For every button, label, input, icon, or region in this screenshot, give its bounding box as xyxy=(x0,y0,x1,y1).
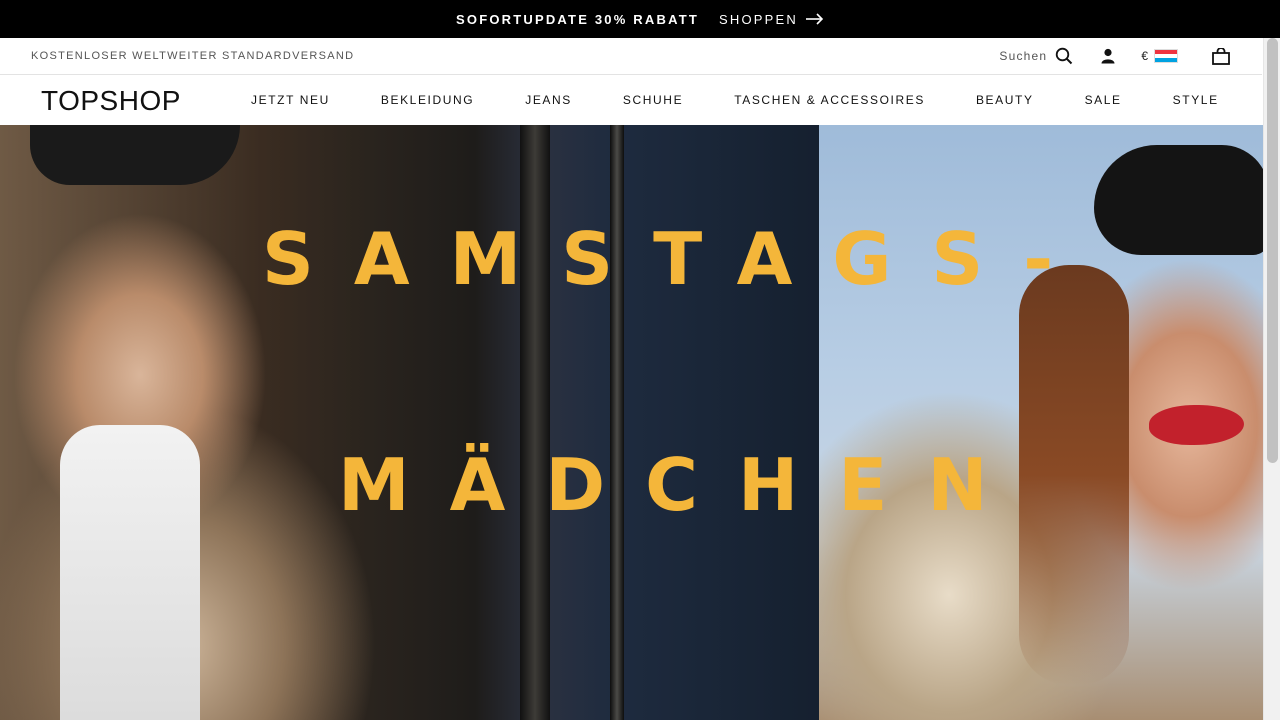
nav-item-beauty[interactable]: BEAUTY xyxy=(976,93,1034,107)
shop-now-link[interactable]: SHOPPEN xyxy=(719,12,824,27)
luxembourg-flag-icon xyxy=(1154,49,1178,63)
shop-now-label: SHOPPEN xyxy=(718,11,798,27)
nav-item-bags-accessories[interactable]: TASCHEN & ACCESSOIRES xyxy=(734,93,925,107)
nav-item-new-in[interactable]: JETZT NEU xyxy=(251,93,330,107)
category-nav: JETZT NEU BEKLEIDUNG JEANS SCHUHE TASCHE… xyxy=(251,75,1219,125)
search-icon xyxy=(1056,47,1073,65)
nav-item-jeans[interactable]: JEANS xyxy=(525,93,572,107)
nav-item-clothing[interactable]: BEKLEIDUNG xyxy=(381,93,474,107)
promo-text: SOFORTUPDATE 30% RABATT xyxy=(456,11,699,27)
hero-headline-line1: SAMSTAGS- xyxy=(262,217,1094,301)
search-button[interactable]: Suchen xyxy=(999,47,1073,65)
hero-banner[interactable]: SAMSTAGS- MÄDCHEN xyxy=(0,125,1263,720)
promo-bar-edge xyxy=(1263,0,1280,38)
account-button[interactable] xyxy=(1101,48,1115,64)
scrollbar-thumb[interactable] xyxy=(1267,38,1278,463)
search-label: Suchen xyxy=(999,49,1048,63)
nav-item-shoes[interactable]: SCHUHE xyxy=(623,93,683,107)
topshop-logo[interactable]: TOPSHOP xyxy=(41,85,181,117)
hero-headline-line2: MÄDCHEN xyxy=(338,443,1028,527)
currency-selector[interactable]: € xyxy=(1141,49,1178,63)
arrow-right-icon xyxy=(805,13,824,25)
main-navigation: TOPSHOP JETZT NEU BEKLEIDUNG JEANS SCHUH… xyxy=(0,75,1262,125)
shipping-notice: KOSTENLOSER WELTWEITER STANDARDVERSAND xyxy=(31,50,355,62)
shopping-bag-icon xyxy=(1212,47,1230,65)
page-scrollbar[interactable] xyxy=(1263,38,1280,720)
promo-bar: SOFORTUPDATE 30% RABATT SHOPPEN xyxy=(0,0,1280,38)
currency-symbol: € xyxy=(1141,49,1148,63)
hero-headline: SAMSTAGS- MÄDCHEN xyxy=(0,125,1263,720)
nav-item-style[interactable]: STYLE xyxy=(1173,93,1219,107)
utility-tools: Suchen € xyxy=(999,47,1230,65)
nav-item-sale[interactable]: SALE xyxy=(1085,93,1122,107)
utility-bar: KOSTENLOSER WELTWEITER STANDARDVERSAND S… xyxy=(0,38,1262,75)
user-icon xyxy=(1101,48,1115,64)
shopping-bag-button[interactable] xyxy=(1212,47,1230,65)
